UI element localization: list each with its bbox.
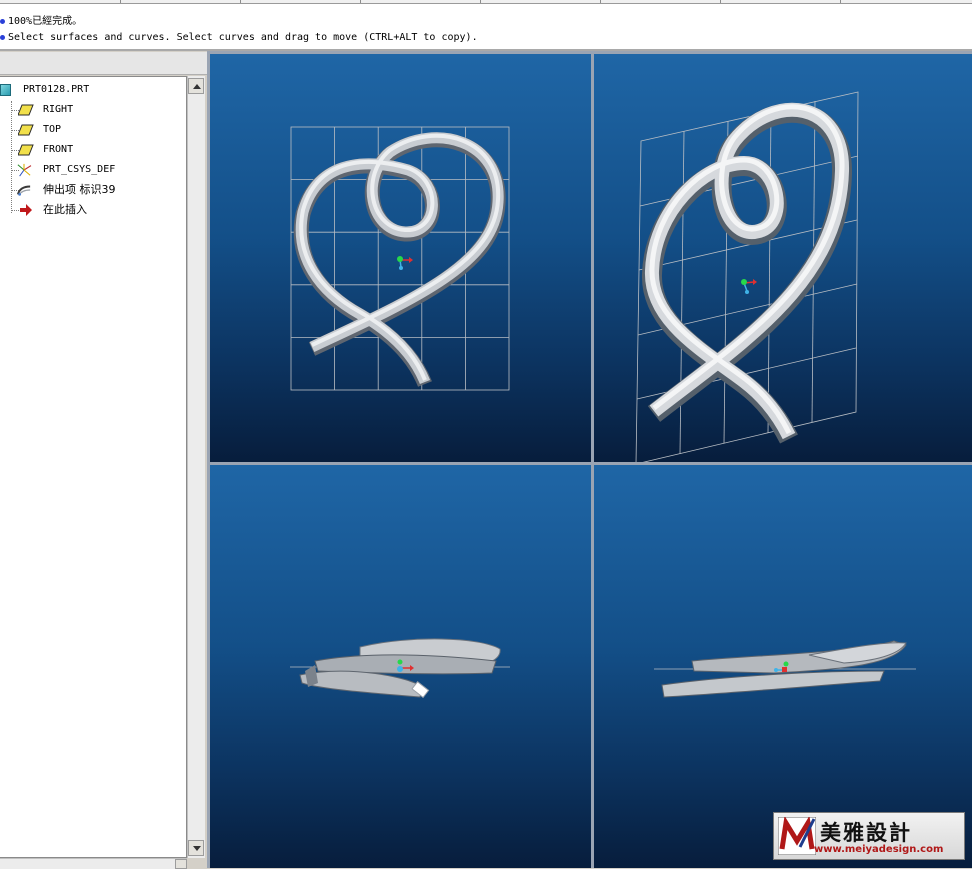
tree-item-top[interactable]: TOP	[0, 121, 186, 139]
part-icon	[0, 84, 11, 96]
insert-here-arrow-icon	[20, 204, 32, 216]
datum-plane-icon	[18, 144, 34, 156]
front-view-graphics	[290, 126, 510, 391]
viewport-isometric[interactable]	[594, 54, 972, 462]
isometric-view-graphics	[635, 91, 859, 462]
scroll-up-button[interactable]	[188, 78, 204, 94]
csys-triad	[397, 256, 413, 270]
csys-triad	[741, 279, 757, 294]
coordinate-system-icon	[17, 163, 32, 177]
watermark-brand: 美雅設計	[820, 821, 912, 845]
viewport-top[interactable]	[210, 465, 591, 868]
bullet-icon	[0, 19, 5, 24]
top-view-graphics	[290, 638, 510, 699]
side-view-graphics	[654, 640, 916, 698]
protrusion-icon	[16, 185, 31, 196]
watermark: 美雅設計 www.meiyadesign.com	[773, 812, 965, 860]
tree-item-front[interactable]: FRONT	[0, 141, 186, 159]
scroll-down-button[interactable]	[188, 840, 204, 856]
message-line-2: Select surfaces and curves. Select curve…	[0, 32, 478, 44]
tree-item-csys[interactable]: PRT_CSYS_DEF	[0, 161, 186, 179]
message-area: 100%已經完成。 Select surfaces and curves. Se…	[0, 4, 972, 51]
tree-item-insert-here[interactable]: 在此插入	[0, 201, 186, 219]
viewport-side[interactable]	[594, 465, 972, 868]
model-tree[interactable]: PRT0128.PRT RIGHT TOP FRONT PRT_CSYS_DEF…	[0, 76, 187, 858]
brand-logo-icon	[778, 817, 816, 855]
watermark-url: www.meiyadesign.com	[814, 844, 944, 855]
viewport-area	[207, 51, 972, 868]
tree-item-root-part[interactable]: PRT0128.PRT	[0, 81, 186, 99]
viewport-front[interactable]	[210, 54, 591, 462]
datum-plane-icon	[18, 124, 34, 136]
model-tree-header	[0, 52, 207, 75]
bullet-icon	[0, 35, 5, 40]
model-tree-scrollbar[interactable]	[187, 76, 205, 858]
model-tree-hscrollbar[interactable]	[0, 858, 187, 869]
datum-plane-icon	[18, 104, 34, 116]
ribbon-model	[642, 102, 853, 444]
tree-item-right[interactable]: RIGHT	[0, 101, 186, 119]
message-line-1: 100%已經完成。	[0, 16, 82, 28]
tree-item-protrusion[interactable]: 伸出项 标识39	[0, 181, 186, 199]
